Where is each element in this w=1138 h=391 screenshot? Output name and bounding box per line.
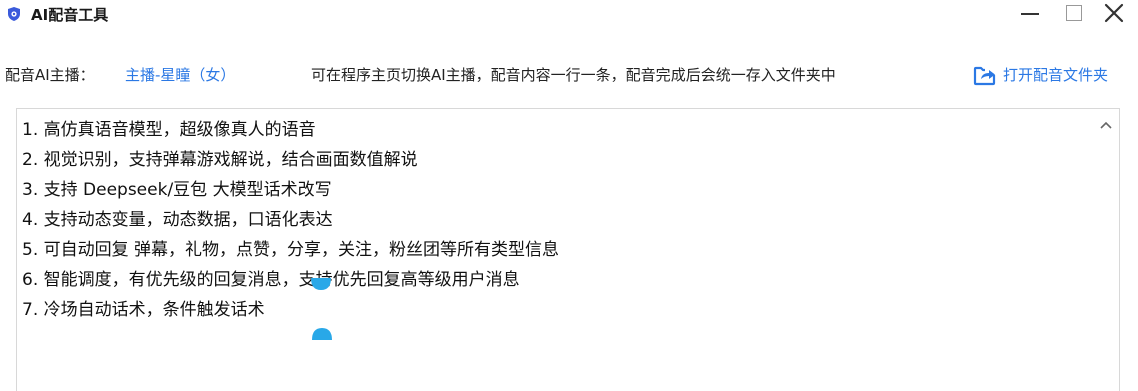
close-icon <box>1104 3 1124 27</box>
close-button[interactable] <box>1096 0 1132 30</box>
anchor-name-link[interactable]: 主播-星瞳（女） <box>125 65 235 85</box>
anchor-info-row: 配音AI主播： 主播-星瞳（女） 可在程序主页切换AI主播，配音内容一行一条，配… <box>0 60 1138 90</box>
hint-text: 可在程序主页切换AI主播，配音内容一行一条，配音完成后会统一存入文件夹中 <box>311 66 836 84</box>
content-line-7: 7. 冷场自动话术，条件触发话术 <box>22 300 265 320</box>
open-folder-label: 打开配音文件夹 <box>1003 66 1109 84</box>
window-title: AI配音工具 <box>31 6 109 24</box>
content-line-3: 3. 支持 Deepseek/豆包 大模型话术改写 <box>22 180 332 200</box>
minimize-button[interactable] <box>1012 0 1048 30</box>
scroll-up-arrow-icon[interactable] <box>1099 115 1113 129</box>
anchor-label: 配音AI主播： <box>5 66 95 84</box>
content-lines: 1. 高仿真语音模型，超级像真人的语音 2. 视觉识别，支持弹幕游戏解说，结合画… <box>22 115 559 325</box>
folder-share-icon <box>972 63 998 87</box>
selection-start-handle-icon[interactable] <box>310 276 332 290</box>
dubbing-content-textarea[interactable]: 1. 高仿真语音模型，超级像真人的语音 2. 视觉识别，支持弹幕游戏解说，结合画… <box>16 108 1120 391</box>
content-line-2: 2. 视觉识别，支持弹幕游戏解说，结合画面数值解说 <box>22 150 418 170</box>
shield-logo-icon <box>6 6 22 22</box>
title-bar: AI配音工具 <box>0 0 1138 30</box>
minimize-icon <box>1020 3 1040 27</box>
content-line-6: 6. 智能调度，有优先级的回复消息，支持优先回复高等级用户消息 <box>22 270 520 290</box>
selection-end-handle-icon[interactable] <box>311 326 333 340</box>
content-line-5: 5. 可自动回复 弹幕，礼物，点赞，分享，关注，粉丝团等所有类型信息 <box>22 240 560 260</box>
maximize-button[interactable] <box>1056 0 1092 30</box>
maximize-icon <box>1064 3 1084 27</box>
content-line-1: 1. 高仿真语音模型，超级像真人的语音 <box>22 120 316 140</box>
app-window: AI配音工具 配音AI主播： 主播-星瞳（女） 可在程序主页切换AI主播，配音内… <box>0 0 1138 391</box>
vertical-scrollbar[interactable] <box>1093 109 1119 391</box>
content-line-4: 4. 支持动态变量，动态数据，口语化表达 <box>22 210 333 230</box>
open-folder-button[interactable]: 打开配音文件夹 <box>972 63 1108 87</box>
